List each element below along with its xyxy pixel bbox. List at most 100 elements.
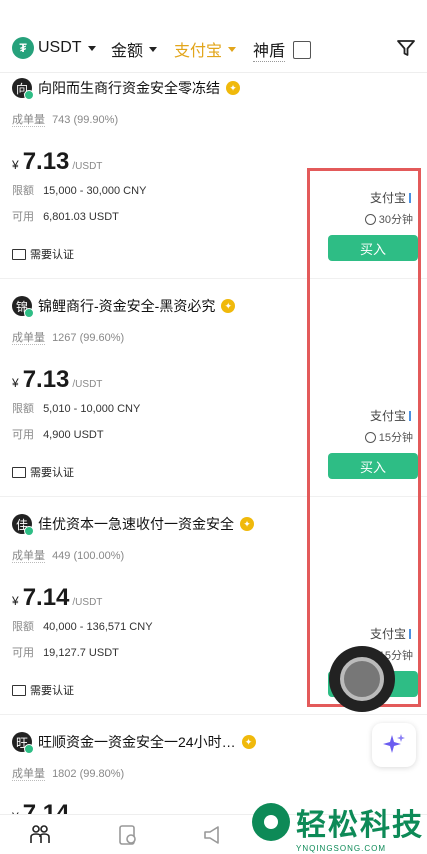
coin-selector[interactable]: ₮ USDT [12,37,96,59]
merchant-name: 旺顺资金一资金安全一24小时… [38,734,236,750]
payment-selector[interactable]: 支付宝 [174,37,237,61]
merchant-name: 向阳而生商行资金安全零冻结 [38,80,220,96]
available-value: 19,127.7 USDT [43,647,119,659]
watermark-text: 轻松科技 [296,809,424,842]
price-value: 7.14 [22,584,70,611]
available-label: 可用 [12,429,34,441]
merchant-row[interactable]: 旺 旺顺资金一资金安全一24小时… ✦ [12,732,256,754]
announcement-icon[interactable] [202,823,226,847]
limit-value: 5,010 - 10,000 CNY [43,403,141,415]
merchant-avatar: 佳 [12,514,34,536]
filter-bar: ₮ USDT 金额 支付宝 神盾 [0,0,427,73]
verify-label: 需要认证 [30,467,74,479]
verify-tag: 需要认证 [12,682,74,698]
watermark-row: 轻松科技 [252,800,424,844]
p2p-users-icon[interactable] [28,823,52,847]
currency-symbol: ¥ [12,594,19,608]
coin-label: USDT [38,39,82,56]
available-row: 可用 19,127.7 USDT [12,644,119,660]
merchant-row[interactable]: 锦 锦鲤商行-资金安全-黑资必究 ✦ [12,296,236,318]
verify-label: 需要认证 [30,249,74,261]
price: ¥ 7.13 /USDT [12,366,102,394]
tether-icon: ₮ [12,37,34,59]
verified-badge-icon: ✦ [240,517,254,531]
order-stats: 成单量 1802 (99.80%) [12,765,124,781]
limit-label: 限额 [12,403,34,415]
verify-label: 需要认证 [30,685,74,697]
price-unit: /USDT [72,161,103,172]
payment-label: 支付宝 [174,43,223,60]
merchant-name: 佳优资本一急速收付一资金安全 [38,516,234,532]
stats-value: 1802 (99.80%) [52,768,125,780]
amount-selector[interactable]: 金额 [111,37,158,61]
limit-label: 限额 [12,621,34,633]
currency-symbol: ¥ [12,376,19,390]
order-stats: 成单量 743 (99.90%) [12,111,118,127]
price-value: 7.13 [22,148,70,175]
limit-row: 限额 40,000 - 136,571 CNY [12,618,153,634]
merchant-row[interactable]: 佳 佳优资本一急速收付一资金安全 ✦ [12,514,254,536]
limit-row: 限额 15,000 - 30,000 CNY [12,182,146,198]
merchant-avatar: 旺 [12,732,34,754]
limit-row: 限额 5,010 - 10,000 CNY [12,400,140,416]
ai-assistant-button[interactable] [372,723,416,767]
merchant-avatar: 向 [12,78,34,100]
online-dot [24,90,34,100]
assistive-touch-ring [340,657,384,701]
shield-checkbox[interactable] [293,40,312,59]
limit-value: 15,000 - 30,000 CNY [43,185,147,197]
available-value: 6,801.03 USDT [43,211,119,223]
shield-label: 神盾 [253,37,286,62]
order-stats: 成单量 1267 (99.60%) [12,329,124,345]
verified-badge-icon: ✦ [241,735,256,749]
stats-label: 成单量 [12,114,45,127]
filter-icon[interactable] [396,38,416,58]
order-stats: 成单量 449 (100.00%) [12,547,124,563]
listing-card: 旺 旺顺资金一资金安全一24小时… ✦ 成单量 1802 (99.80%) ¥ … [0,714,427,827]
amount-label: 金额 [111,43,144,60]
online-dot [24,526,34,536]
watermark-logo-dot [264,815,278,829]
price-value: 7.13 [22,366,70,393]
chevron-down-icon [228,46,237,52]
stats-value: 1267 (99.60%) [52,332,125,344]
id-card-icon [12,684,26,696]
stats-label: 成单量 [12,332,45,345]
watermark-logo-icon [252,803,290,841]
online-dot [24,308,34,318]
assistive-touch-button[interactable] [329,646,395,712]
price-unit: /USDT [72,379,103,390]
verified-badge-icon: ✦ [226,81,240,95]
stats-label: 成单量 [12,768,45,781]
price-unit: /USDT [72,597,103,608]
currency-symbol: ¥ [12,158,19,172]
price: ¥ 7.14 /USDT [12,584,102,612]
verified-badge-icon: ✦ [221,299,236,313]
chevron-down-icon [87,45,96,51]
sparkle-icon [383,734,405,753]
online-dot [24,744,34,754]
highlight-frame [307,168,421,707]
limit-label: 限额 [12,185,34,197]
available-row: 可用 4,900 USDT [12,426,104,442]
stats-label: 成单量 [12,550,45,563]
verify-tag: 需要认证 [12,464,74,480]
watermark-subtext: YNQINGSONG.COM [296,844,387,853]
merchant-avatar: 锦 [12,296,34,318]
merchant-row[interactable]: 向 向阳而生商行资金安全零冻结 ✦ [12,78,240,100]
merchant-name: 锦鲤商行-资金安全-黑资必究 [38,298,216,314]
limit-value: 40,000 - 136,571 CNY [43,621,153,633]
available-label: 可用 [12,647,34,659]
orders-icon[interactable] [116,823,140,847]
stats-value: 449 (100.00%) [52,550,125,562]
id-card-icon [12,466,26,478]
chevron-down-icon [149,46,158,52]
verify-tag: 需要认证 [12,246,74,262]
price: ¥ 7.13 /USDT [12,148,102,176]
available-label: 可用 [12,211,34,223]
available-value: 4,900 USDT [43,429,104,441]
available-row: 可用 6,801.03 USDT [12,208,119,224]
id-card-icon [12,248,26,260]
shield-filter[interactable]: 神盾 [253,37,312,62]
stats-value: 743 (99.90%) [52,114,119,126]
